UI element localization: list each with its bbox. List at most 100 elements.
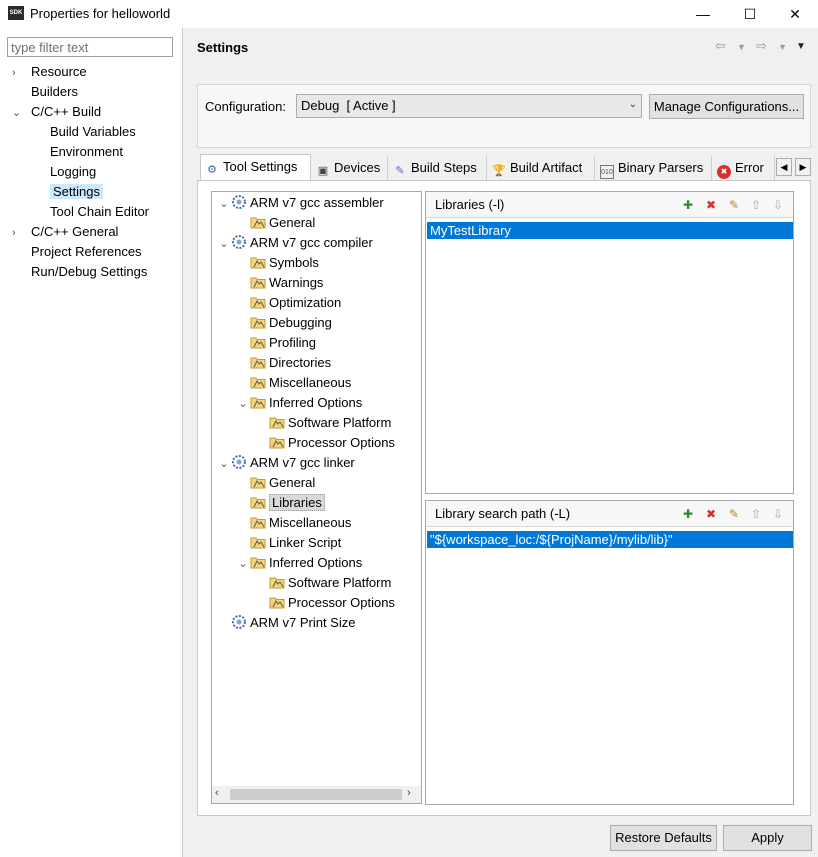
nav-item[interactable]: Settings: [12, 182, 182, 202]
tree-item[interactable]: ⌄ ARM v7 gcc linker: [212, 453, 421, 473]
tree-item[interactable]: Linker Script: [212, 533, 421, 553]
edit-icon[interactable]: ✎: [726, 506, 742, 522]
tab-devices[interactable]: ▣ Devices: [312, 156, 388, 180]
nav-item[interactable]: ⌄ C/C++ Build: [12, 102, 182, 122]
delete-icon[interactable]: ✖: [703, 197, 719, 213]
tree-item[interactable]: General: [212, 473, 421, 493]
nav-item[interactable]: Project References: [12, 242, 182, 262]
manage-configurations-button[interactable]: Manage Configurations...: [649, 94, 804, 119]
list-item[interactable]: MyTestLibrary: [427, 222, 793, 239]
options-folder-icon: [250, 334, 266, 350]
tree-item[interactable]: Software Platform: [212, 413, 421, 433]
tree-item[interactable]: General: [212, 213, 421, 233]
options-folder-icon: [250, 294, 266, 310]
tree-item[interactable]: Processor Options: [212, 593, 421, 613]
tree-item[interactable]: Software Platform: [212, 573, 421, 593]
tree-item-label: Libraries: [269, 494, 325, 511]
nav-item[interactable]: Environment: [12, 142, 182, 162]
scroll-right-icon[interactable]: ›: [407, 787, 411, 799]
forward-menu-chevron-icon[interactable]: ▼: [778, 42, 787, 52]
configuration-select[interactable]: Debug [ Active ] ⌄: [296, 94, 642, 118]
devices-icon: ▣: [317, 165, 329, 177]
tree-item[interactable]: Warnings: [212, 273, 421, 293]
tab-build-artifact[interactable]: 🏆 Build Artifact: [488, 156, 595, 180]
scrollbar-thumb[interactable]: [230, 789, 402, 800]
tree-item[interactable]: Directories: [212, 353, 421, 373]
tab-binary-parsers[interactable]: 010 Binary Parsers: [596, 156, 712, 180]
tree-item[interactable]: ⌄ Inferred Options: [212, 393, 421, 413]
tree-item[interactable]: Debugging: [212, 313, 421, 333]
forward-arrow-icon[interactable]: ⇨: [756, 38, 767, 54]
filter-input[interactable]: [7, 37, 173, 57]
move-down-icon[interactable]: ⇩: [770, 197, 786, 213]
edit-icon[interactable]: ✎: [726, 197, 742, 213]
tree-item[interactable]: Miscellaneous: [212, 513, 421, 533]
tab-scroll-right-button[interactable]: ▶: [795, 158, 811, 176]
nav-item[interactable]: Run/Debug Settings: [12, 262, 182, 282]
nav-item[interactable]: Tool Chain Editor: [12, 202, 182, 222]
tree-item-label: Miscellaneous: [269, 515, 352, 530]
back-menu-chevron-icon[interactable]: ▼: [737, 42, 746, 52]
tree-item[interactable]: Miscellaneous: [212, 373, 421, 393]
delete-icon[interactable]: ✖: [703, 506, 719, 522]
collapse-arrow-icon[interactable]: ⌄: [236, 554, 250, 574]
tree-item[interactable]: Optimization: [212, 293, 421, 313]
collapse-arrow-icon[interactable]: ⌄: [236, 394, 250, 414]
nav-item[interactable]: Build Variables: [12, 122, 182, 142]
move-up-icon[interactable]: ⇧: [748, 197, 764, 213]
tree-item-label: Miscellaneous: [269, 375, 352, 390]
nav-item[interactable]: › Resource: [12, 62, 182, 82]
collapse-arrow-icon[interactable]: ⌄: [217, 454, 231, 474]
expand-arrow-icon[interactable]: ›: [12, 223, 24, 243]
tool-gear-icon: [231, 614, 247, 630]
tab-build-steps[interactable]: ✎ Build Steps: [389, 156, 487, 180]
tool-settings-tree[interactable]: ⌄ ARM v7 gcc assembler General ⌄ ARM v7 gcc …: [211, 191, 422, 804]
tree-item[interactable]: ⌄ ARM v7 gcc assembler: [212, 193, 421, 213]
tree-item[interactable]: ⌄ Inferred Options: [212, 553, 421, 573]
library-search-path-list[interactable]: "${workspace_loc:/${ProjName}/mylib/lib}…: [427, 531, 793, 548]
close-button[interactable]: ✕: [772, 0, 818, 28]
configuration-label: Configuration:: [205, 99, 286, 114]
options-folder-icon: [250, 314, 266, 330]
tree-item[interactable]: ARM v7 Print Size: [212, 613, 421, 633]
options-folder-icon: [250, 474, 266, 490]
tree-item[interactable]: Profiling: [212, 333, 421, 353]
options-folder-icon: [250, 494, 266, 510]
expand-arrow-icon[interactable]: ›: [12, 63, 24, 83]
options-folder-icon: [250, 374, 266, 390]
minimize-button[interactable]: —: [680, 0, 726, 28]
tree-item[interactable]: Libraries: [212, 493, 421, 513]
restore-defaults-button[interactable]: Restore Defaults: [610, 825, 717, 851]
nav-tree: › Resource Builders ⌄ C/C++ Build Build Varia…: [12, 62, 182, 282]
libraries-list[interactable]: MyTestLibrary: [427, 222, 793, 239]
view-menu-icon[interactable]: ▼: [796, 41, 806, 52]
library-search-path-header: Library search path (-L) ✚ ✖ ✎ ⇧ ⇩: [426, 501, 793, 527]
nav-item[interactable]: Logging: [12, 162, 182, 182]
tab-error[interactable]: ✖ Error: [713, 156, 775, 180]
tree-item-label: ARM v7 Print Size: [250, 615, 356, 630]
tree-item[interactable]: ⌄ ARM v7 gcc compiler: [212, 233, 421, 253]
nav-item-label: Logging: [50, 164, 97, 179]
tree-item[interactable]: Processor Options: [212, 433, 421, 453]
maximize-button[interactable]: ☐: [727, 0, 773, 28]
back-arrow-icon[interactable]: ⇦: [715, 38, 726, 54]
nav-item[interactable]: › C/C++ General: [12, 222, 182, 242]
nav-item-label: Environment: [50, 144, 123, 159]
tree-item[interactable]: Symbols: [212, 253, 421, 273]
list-item[interactable]: "${workspace_loc:/${ProjName}/mylib/lib}…: [427, 531, 793, 548]
apply-button[interactable]: Apply: [723, 825, 812, 851]
nav-item[interactable]: Builders: [12, 82, 182, 102]
tab-scroll-left-button[interactable]: ◀: [776, 158, 792, 176]
collapse-arrow-icon[interactable]: ⌄: [217, 194, 231, 214]
tab-tool-settings[interactable]: ⚙ Tool Settings: [200, 154, 311, 181]
collapse-arrow-icon[interactable]: ⌄: [217, 234, 231, 254]
add-icon[interactable]: ✚: [680, 197, 696, 213]
options-folder-icon: [269, 574, 285, 590]
tree-item-label: Software Platform: [288, 415, 392, 430]
move-down-icon[interactable]: ⇩: [770, 506, 786, 522]
tool-settings-icon: ⚙: [207, 164, 217, 176]
move-up-icon[interactable]: ⇧: [748, 506, 764, 522]
expand-arrow-icon[interactable]: ⌄: [12, 103, 24, 123]
scroll-left-icon[interactable]: ‹: [215, 787, 219, 799]
add-icon[interactable]: ✚: [680, 506, 696, 522]
